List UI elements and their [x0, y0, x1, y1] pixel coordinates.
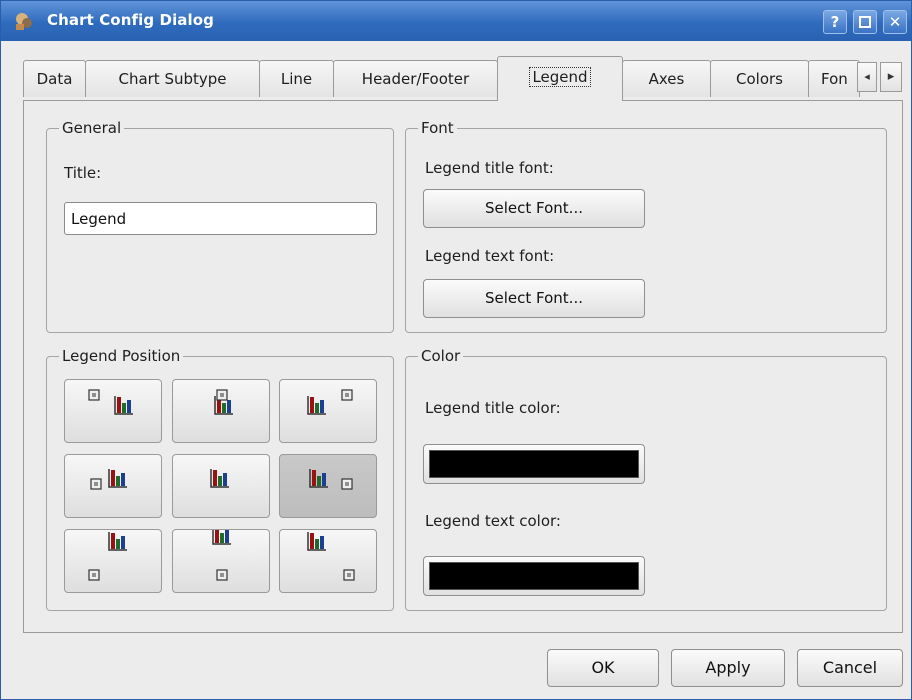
legend-text-color-swatch	[429, 562, 639, 590]
select-title-font-button[interactable]: Select Font...	[423, 189, 645, 228]
help-button[interactable]: ?	[823, 10, 847, 34]
tab-chart-subtype[interactable]: Chart Subtype	[85, 60, 260, 97]
tab-scroll-left-button[interactable]: ◂	[857, 62, 877, 92]
legend-position-top-right-button[interactable]	[279, 379, 377, 443]
color-group: Color Legend title color: Legend text co…	[405, 346, 887, 611]
tab-data[interactable]: Data	[23, 60, 86, 97]
legend-text-color-label: Legend text color:	[425, 512, 561, 530]
maximize-icon	[859, 16, 871, 28]
chevron-right-icon: ▸	[887, 69, 895, 84]
apply-button[interactable]: Apply	[671, 649, 785, 687]
tab-line[interactable]: Line	[259, 60, 334, 97]
tab-axes[interactable]: Axes	[622, 60, 711, 97]
legend-title-color-button[interactable]	[423, 444, 645, 484]
chart-config-dialog: Chart Config Dialog ? ✕ Data Chart Subty…	[0, 0, 912, 700]
legend-position-left-button[interactable]	[64, 454, 162, 518]
legend-title-input[interactable]	[64, 202, 377, 235]
legend-title-color-label: Legend title color:	[425, 399, 561, 417]
title-label: Title:	[64, 164, 102, 182]
chevron-left-icon: ◂	[864, 70, 870, 83]
general-group: General Title:	[46, 118, 394, 333]
chart-legend-top-icon	[214, 389, 233, 415]
window-title: Chart Config Dialog	[47, 11, 215, 29]
tab-colors[interactable]: Colors	[710, 60, 809, 97]
tab-legend-label: Legend	[529, 67, 591, 87]
chart-legend-bottom-icon	[212, 530, 231, 581]
tab-header-footer[interactable]: Header/Footer	[333, 60, 498, 97]
tab-bar: Data Chart Subtype Line Header/Footer Le…	[23, 56, 902, 101]
maximize-button[interactable]	[853, 10, 877, 34]
general-group-title: General	[59, 118, 125, 138]
chart-legend-top-left-icon	[88, 389, 133, 415]
chart-legend-top-right-icon	[307, 389, 353, 415]
legend-position-center-button[interactable]	[172, 454, 270, 518]
app-icon	[16, 13, 32, 30]
legend-text-color-button[interactable]	[423, 556, 645, 596]
cancel-button[interactable]: Cancel	[797, 649, 903, 687]
font-group: Font Legend title font: Select Font... L…	[405, 118, 887, 333]
font-group-title: Font	[418, 118, 457, 138]
tab-legend[interactable]: Legend	[497, 56, 623, 101]
legend-position-group: Legend Position	[46, 346, 394, 611]
legend-position-right-button[interactable]	[279, 454, 377, 518]
select-text-font-button[interactable]: Select Font...	[423, 279, 645, 318]
tab-fonts[interactable]: Fon	[808, 60, 860, 97]
legend-tab-panel: General Title: Font Legend title font: S…	[23, 100, 903, 633]
chart-legend-center-icon	[210, 469, 229, 488]
legend-text-font-label: Legend text font:	[425, 247, 555, 265]
color-group-title: Color	[418, 346, 464, 366]
legend-title-color-swatch	[429, 450, 639, 478]
legend-position-bottom-button[interactable]	[172, 529, 270, 593]
close-button[interactable]: ✕	[883, 10, 907, 34]
legend-position-top-button[interactable]	[172, 379, 270, 443]
chart-legend-bottom-left-icon	[88, 532, 127, 581]
title-bar[interactable]: Chart Config Dialog ? ✕	[1, 1, 911, 41]
legend-position-group-title: Legend Position	[59, 346, 184, 366]
legend-title-font-label: Legend title font:	[425, 159, 554, 177]
chart-legend-left-icon	[90, 469, 127, 490]
legend-position-bottom-left-button[interactable]	[64, 529, 162, 593]
chart-legend-bottom-right-icon	[307, 532, 355, 581]
legend-position-bottom-right-button[interactable]	[279, 529, 377, 593]
ok-button[interactable]: OK	[547, 649, 659, 687]
legend-position-top-left-button[interactable]	[64, 379, 162, 443]
tab-scroll-right-button[interactable]: ▸	[880, 62, 902, 92]
chart-legend-right-icon	[309, 469, 353, 490]
